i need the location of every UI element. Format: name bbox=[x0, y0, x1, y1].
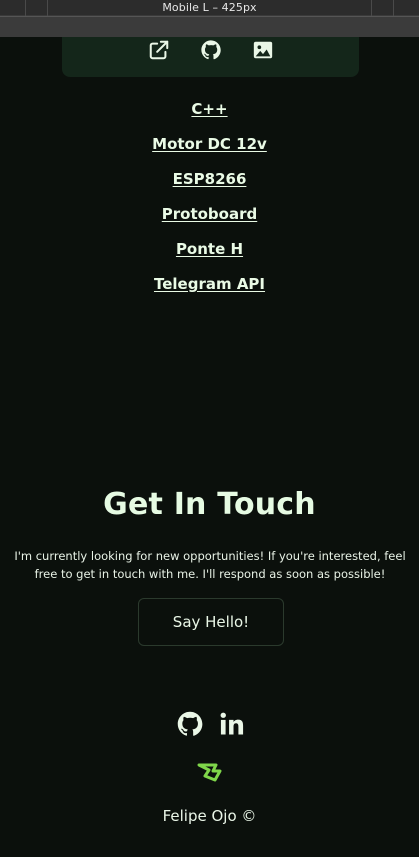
external-link-icon[interactable] bbox=[148, 39, 170, 61]
project-card-footer bbox=[62, 37, 359, 77]
footer-credit: Felipe Ojo © bbox=[162, 807, 257, 825]
tech-link-motor-dc[interactable]: Motor DC 12v bbox=[0, 135, 419, 153]
say-hello-button[interactable]: Say Hello! bbox=[138, 598, 284, 646]
github-icon[interactable] bbox=[200, 39, 222, 61]
viewport-size-label: Mobile L – 425px bbox=[162, 1, 257, 14]
contact-heading: Get In Touch bbox=[103, 487, 316, 522]
tech-link-cpp[interactable]: C++ bbox=[0, 100, 419, 118]
github-icon[interactable] bbox=[176, 710, 204, 738]
image-icon[interactable] bbox=[252, 39, 274, 61]
tech-link-ponte-h[interactable]: Ponte H bbox=[0, 240, 419, 258]
devtools-viewport-bar: Mobile L – 425px bbox=[0, 0, 419, 16]
devtools-ruler bbox=[0, 16, 419, 37]
linkedin-icon[interactable] bbox=[218, 710, 246, 738]
tech-link-esp8266[interactable]: ESP8266 bbox=[0, 170, 419, 188]
contact-paragraph: I'm currently looking for new opportunit… bbox=[14, 549, 406, 581]
tech-link-protoboard[interactable]: Protoboard bbox=[0, 205, 419, 223]
tech-link-telegram-api[interactable]: Telegram API bbox=[0, 275, 419, 293]
site-logo-icon bbox=[196, 758, 222, 784]
